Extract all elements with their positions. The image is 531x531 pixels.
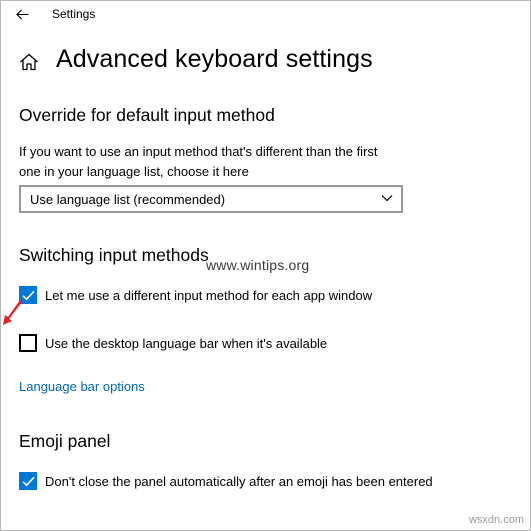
back-button[interactable]	[12, 5, 32, 23]
emoji-panel-checkbox[interactable]	[19, 472, 37, 490]
desktop-language-bar-checkbox[interactable]	[19, 334, 37, 352]
home-icon[interactable]	[19, 53, 39, 71]
language-bar-options-link[interactable]: Language bar options	[19, 379, 145, 394]
settings-window: Settings Advanced keyboard settings Over…	[0, 0, 531, 531]
per-app-input-method-option[interactable]: Let me use a different input method for …	[19, 286, 372, 304]
emoji-panel-option[interactable]: Don't close the panel automatically afte…	[19, 472, 433, 490]
input-method-dropdown[interactable]: Use language list (recommended)	[19, 185, 403, 213]
corner-watermark: wsxdn.com	[468, 514, 524, 526]
override-description: If you want to use an input method that'…	[19, 144, 378, 179]
chevron-down-icon	[381, 195, 393, 202]
watermark-text: www.wintips.org	[206, 257, 310, 273]
per-app-input-method-label: Let me use a different input method for …	[45, 287, 373, 303]
switching-heading: Switching input methods	[19, 245, 209, 265]
desktop-language-bar-option[interactable]: Use the desktop language bar when it's a…	[19, 334, 327, 352]
override-heading: Override for default input method	[19, 105, 275, 125]
dropdown-value: Use language list (recommended)	[30, 191, 226, 207]
desktop-language-bar-label: Use the desktop language bar when it's a…	[45, 335, 328, 351]
page-title: Advanced keyboard settings	[56, 45, 373, 73]
title-bar: Settings	[1, 1, 531, 27]
red-pointer-arrow-icon	[3, 300, 22, 325]
window-title: Settings	[52, 7, 96, 21]
emoji-panel-label: Don't close the panel automatically afte…	[45, 473, 433, 489]
back-arrow-icon	[15, 9, 28, 19]
emoji-heading: Emoji panel	[19, 431, 111, 451]
checkmark-icon	[21, 476, 35, 486]
